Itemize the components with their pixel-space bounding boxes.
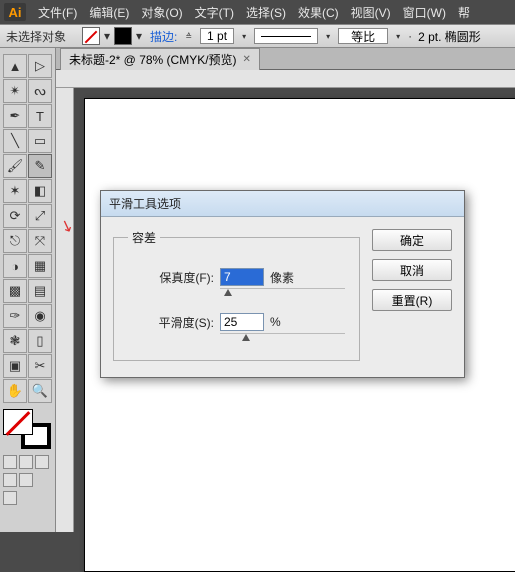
none-mode-btn[interactable] — [35, 455, 49, 469]
document-tab[interactable]: 未标题-2* @ 78% (CMYK/预览) ✕ — [60, 48, 260, 70]
fill-color-box[interactable] — [3, 409, 33, 435]
smoothness-unit: % — [270, 315, 300, 329]
ruler-horizontal[interactable] — [56, 70, 515, 88]
menu-edit[interactable]: 编辑(E) — [83, 4, 135, 21]
rectangle-tool[interactable]: ▭ — [28, 129, 52, 153]
width-tool[interactable]: ⎋ — [3, 229, 27, 253]
options-bar: 未选择对象 ▾ ▾ 描边: ≙ ▾ ▾ 等比 ▾ · 2 pt. 椭圆形 — [0, 24, 515, 48]
toolbox: ▲ ▷ ✴ ᔓ ✒ T ╲ ▭ 🖌 ✎ ✶ ◧ ⟳ ⤢ ⎋ ⤧ ◑ ▦ ▩ ▤ … — [0, 48, 56, 532]
smooth-tool-options-dialog: 平滑工具选项 容差 保真度(F): 像素 平滑度(S): % — [100, 190, 465, 378]
fill-stroke-swatches[interactable]: ▾ ▾ — [82, 27, 144, 45]
type-tool[interactable]: T — [28, 104, 52, 128]
ok-button[interactable]: 确定 — [372, 229, 452, 251]
cancel-button[interactable]: 取消 — [372, 259, 452, 281]
fill-stroke-indicator[interactable] — [3, 409, 51, 449]
graph-tool[interactable]: ▯ — [28, 329, 52, 353]
pen-tool[interactable]: ✒ — [3, 104, 27, 128]
menu-window[interactable]: 窗口(W) — [397, 4, 452, 21]
menu-help[interactable]: 帮 — [452, 4, 476, 21]
menu-object[interactable]: 对象(O) — [135, 4, 188, 21]
blend-tool[interactable]: ◉ — [28, 304, 52, 328]
menu-type[interactable]: 文字(T) — [189, 4, 240, 21]
menu-view[interactable]: 视图(V) — [345, 4, 397, 21]
line-tool[interactable]: ╲ — [3, 129, 27, 153]
brush-name: 2 pt. 椭圆形 — [418, 28, 481, 45]
scale-tool[interactable]: ⤢ — [28, 204, 52, 228]
slice-tool[interactable]: ✂ — [28, 354, 52, 378]
reset-button[interactable]: 重置(R) — [372, 289, 452, 311]
fidelity-input[interactable] — [220, 268, 264, 286]
screen-mode-2[interactable] — [19, 473, 33, 487]
stroke-weight-input[interactable] — [200, 28, 234, 44]
smoothness-slider[interactable] — [224, 336, 345, 344]
fill-swatch[interactable] — [82, 27, 100, 45]
pencil-tool[interactable]: ✎ — [28, 154, 52, 178]
screen-mode-1[interactable] — [3, 473, 17, 487]
smoothness-label: 平滑度(S): — [128, 314, 214, 331]
stroke-label: 描边: — [150, 28, 177, 45]
menu-select[interactable]: 选择(S) — [240, 4, 292, 21]
document-tab-title: 未标题-2* @ 78% (CMYK/预览) — [69, 51, 237, 68]
menu-effect[interactable]: 效果(C) — [292, 4, 345, 21]
tolerance-group: 容差 保真度(F): 像素 平滑度(S): % — [113, 229, 360, 361]
dialog-title: 平滑工具选项 — [109, 195, 181, 212]
app-logo: Ai — [4, 3, 26, 21]
close-tab-icon[interactable]: ✕ — [243, 54, 251, 65]
shape-builder-tool[interactable]: ◑ — [3, 254, 27, 278]
rotate-tool[interactable]: ⟳ — [3, 204, 27, 228]
paintbrush-tool[interactable]: 🖌 — [3, 154, 27, 178]
fidelity-slider[interactable] — [224, 291, 345, 299]
free-transform-tool[interactable]: ⤧ — [28, 229, 52, 253]
screen-mode-3[interactable] — [3, 491, 17, 505]
magic-wand-tool[interactable]: ✴ — [3, 79, 27, 103]
mesh-tool[interactable]: ▩ — [3, 279, 27, 303]
brush-preset-label: · — [408, 29, 412, 43]
gradient-mode-btn[interactable] — [19, 455, 33, 469]
symbol-sprayer-tool[interactable]: ❃ — [3, 329, 27, 353]
ratio-dropdown[interactable]: 等比 — [338, 28, 388, 44]
blob-brush-tool[interactable]: ✶ — [3, 179, 27, 203]
color-mode-btn[interactable] — [3, 455, 17, 469]
menu-bar: Ai 文件(F) 编辑(E) 对象(O) 文字(T) 选择(S) 效果(C) 视… — [0, 0, 515, 24]
artboard-tool[interactable]: ▣ — [3, 354, 27, 378]
no-selection-label: 未选择对象 — [6, 28, 66, 45]
stroke-style-dropdown[interactable] — [254, 28, 318, 44]
fidelity-label: 保真度(F): — [128, 269, 214, 286]
ruler-vertical[interactable] — [56, 88, 74, 532]
dialog-titlebar[interactable]: 平滑工具选项 — [101, 191, 464, 217]
selection-tool[interactable]: ▲ — [3, 54, 27, 78]
hand-tool[interactable]: ✋ — [3, 379, 27, 403]
menu-file[interactable]: 文件(F) — [32, 4, 83, 21]
document-tab-strip: 未标题-2* @ 78% (CMYK/预览) ✕ — [56, 48, 515, 70]
smoothness-input[interactable] — [220, 313, 264, 331]
stroke-stepper[interactable]: ≙ — [183, 32, 194, 41]
eyedropper-tool[interactable]: ✑ — [3, 304, 27, 328]
zoom-tool[interactable]: 🔍 — [28, 379, 52, 403]
lasso-tool[interactable]: ᔓ — [28, 79, 52, 103]
gradient-tool[interactable]: ▤ — [28, 279, 52, 303]
fidelity-unit: 像素 — [270, 269, 300, 286]
stroke-swatch[interactable] — [114, 27, 132, 45]
tolerance-legend: 容差 — [128, 229, 160, 246]
direct-selection-tool[interactable]: ▷ — [28, 54, 52, 78]
eraser-tool[interactable]: ◧ — [28, 179, 52, 203]
perspective-tool[interactable]: ▦ — [28, 254, 52, 278]
